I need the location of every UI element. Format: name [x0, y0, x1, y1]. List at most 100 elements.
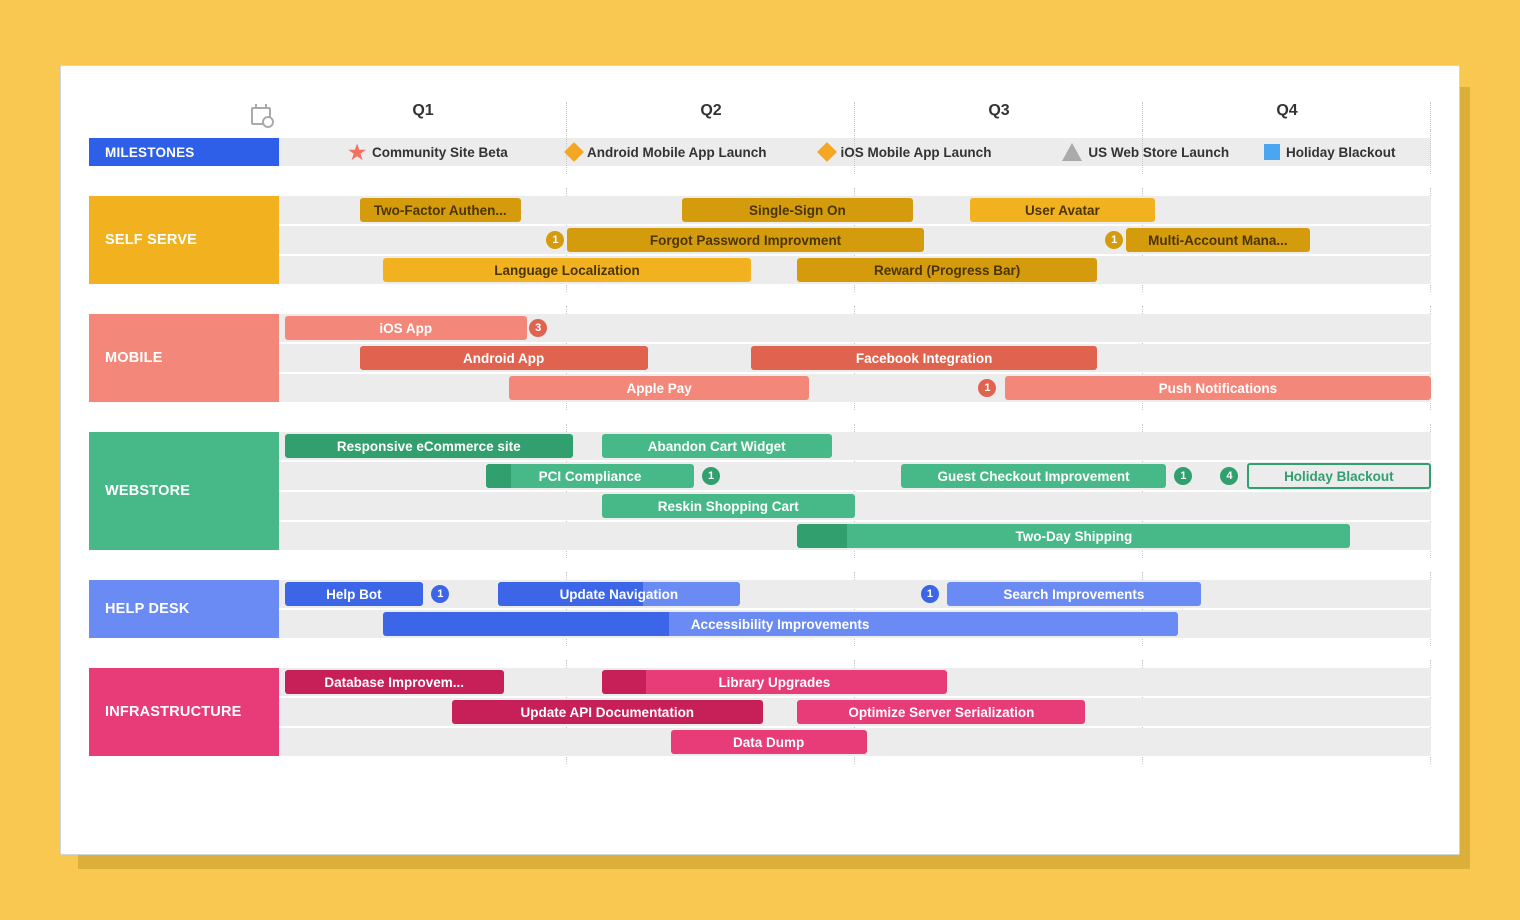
task-bar[interactable]: Help Bot	[285, 582, 423, 606]
task-label: Responsive eCommerce site	[337, 439, 521, 454]
task-label: Optimize Server Serialization	[848, 705, 1034, 720]
dependency-badge[interactable]: 1	[921, 585, 939, 603]
dependency-badge[interactable]: 4	[1220, 467, 1238, 485]
lane-tracks-web: Responsive eCommerce site Abandon Cart Wi…	[279, 432, 1431, 550]
task-label: Reskin Shopping Cart	[658, 499, 799, 514]
task-bar[interactable]: Multi-Account Mana...	[1126, 228, 1310, 252]
lane-tracks-mobile: iOS App3Android AppFacebook IntegrationA…	[279, 314, 1431, 402]
track-row: Responsive eCommerce site Abandon Cart Wi…	[279, 432, 1431, 460]
task-bar[interactable]: Two-Day Shipping	[797, 524, 1350, 548]
milestone-item[interactable]: Android Mobile App Launch	[567, 145, 766, 160]
lane-label-milestones: MILESTONES	[89, 138, 279, 166]
quarter-label: Q2	[700, 102, 721, 120]
milestone-item[interactable]: US Web Store Launch	[1062, 143, 1229, 161]
task-label: Guest Checkout Improvement	[938, 469, 1130, 484]
task-bar[interactable]: Accessibility Improvements	[383, 612, 1178, 636]
calendar-settings-icon[interactable]	[251, 107, 271, 125]
task-label: Library Upgrades	[718, 675, 830, 690]
track-row: Data Dump	[279, 728, 1431, 756]
milestone-label: Android Mobile App Launch	[587, 145, 766, 160]
dependency-badge[interactable]: 1	[1174, 467, 1192, 485]
task-label: Two-Day Shipping	[1015, 529, 1132, 544]
milestone-label: Holiday Blackout	[1286, 145, 1396, 160]
track-row: Two-Factor Authen... Single-Sign On User A…	[279, 196, 1431, 224]
task-label: Android App	[463, 351, 544, 366]
task-label: Language Localization	[494, 263, 640, 278]
lane-tracks-help: Help Bot 1 Update Navigation 1 Search Improv…	[279, 580, 1431, 638]
task-label: Apple Pay	[627, 381, 692, 396]
quarter-label: Q3	[988, 102, 1009, 120]
track-row: Help Bot 1 Update Navigation 1 Search Improv…	[279, 580, 1431, 608]
lane-tracks-infra: Database Improvem... Library Upgrades Upda…	[279, 668, 1431, 756]
task-bar[interactable]: Reskin Shopping Cart	[602, 494, 855, 518]
dependency-badge[interactable]: 3	[529, 319, 547, 337]
milestone-label: US Web Store Launch	[1088, 145, 1229, 160]
milestone-label: iOS Mobile App Launch	[840, 145, 991, 160]
track-row: Update API Documentation Optimize Server …	[279, 698, 1431, 726]
task-bar[interactable]: Data Dump	[671, 730, 867, 754]
task-bar[interactable]: User Avatar	[970, 198, 1154, 222]
task-bar[interactable]: Single-Sign On	[682, 198, 912, 222]
task-bar[interactable]: PCI Compliance	[486, 464, 693, 488]
diamond-icon	[564, 142, 584, 162]
task-bar[interactable]: Facebook Integration	[751, 346, 1097, 370]
task-bar[interactable]: Forgot Password Improvment	[567, 228, 924, 252]
task-bar[interactable]: Two-Factor Authen...	[360, 198, 521, 222]
dependency-badge[interactable]: 1	[546, 231, 564, 249]
warning-icon	[1062, 143, 1082, 161]
task-label: Forgot Password Improvment	[650, 233, 841, 248]
task-label: Update API Documentation	[521, 705, 695, 720]
square-icon	[1264, 144, 1280, 160]
task-bar[interactable]: Update API Documentation	[452, 700, 763, 724]
task-bar[interactable]: Abandon Cart Widget	[602, 434, 832, 458]
milestone-item[interactable]: iOS Mobile App Launch	[820, 145, 991, 160]
milestones-row: ★ Community Site Beta Android Mobile App L…	[279, 138, 1431, 166]
lane-label-help: HELP DESK	[89, 580, 279, 638]
task-bar[interactable]: iOS App	[285, 316, 527, 340]
dependency-badge[interactable]: 1	[1105, 231, 1123, 249]
task-label: Accessibility Improvements	[691, 617, 870, 632]
task-bar[interactable]: Android App	[360, 346, 648, 370]
milestone-item[interactable]: ★ Community Site Beta	[348, 140, 508, 165]
dependency-badge[interactable]: 1	[702, 467, 720, 485]
task-label: Single-Sign On	[749, 203, 846, 218]
track-row: Apple Pay 1 Push Notifications	[279, 374, 1431, 402]
task-bar[interactable]: Reward (Progress Bar)	[797, 258, 1097, 282]
track-row: Database Improvem... Library Upgrades	[279, 668, 1431, 696]
task-bar[interactable]: Update Navigation	[498, 582, 740, 606]
task-label: User Avatar	[1025, 203, 1100, 218]
task-bar[interactable]: Search Improvements	[947, 582, 1200, 606]
task-label: PCI Compliance	[539, 469, 642, 484]
task-bar[interactable]: Push Notifications	[1005, 376, 1431, 400]
task-bar[interactable]: Library Upgrades	[602, 670, 948, 694]
task-label: Help Bot	[326, 587, 382, 602]
task-bar[interactable]: Guest Checkout Improvement	[901, 464, 1166, 488]
task-label: Database Improvem...	[324, 675, 464, 690]
task-bar[interactable]: Database Improvem...	[285, 670, 504, 694]
task-progress-split	[486, 464, 511, 488]
task-bar[interactable]: Optimize Server Serialization	[797, 700, 1085, 724]
task-bar[interactable]: Apple Pay	[509, 376, 809, 400]
quarter-header: Q1Q2Q3Q4	[279, 102, 1431, 130]
task-label: iOS App	[379, 321, 432, 336]
track-row: Android App Facebook Integration	[279, 344, 1431, 372]
dependency-badge[interactable]: 1	[431, 585, 449, 603]
task-bar[interactable]: Language Localization	[383, 258, 752, 282]
star-icon: ★	[348, 140, 366, 165]
track-row: Reskin Shopping Cart	[279, 492, 1431, 520]
dependency-badge[interactable]: 1	[978, 379, 996, 397]
task-label: Two-Factor Authen...	[374, 203, 507, 218]
milestone-item[interactable]: Holiday Blackout	[1264, 144, 1396, 160]
task-bar[interactable]: Responsive eCommerce site	[285, 434, 573, 458]
task-label: Facebook Integration	[856, 351, 993, 366]
task-label: Multi-Account Mana...	[1148, 233, 1288, 248]
task-label: Push Notifications	[1159, 381, 1278, 396]
task-bar-outline[interactable]: Holiday Blackout	[1247, 463, 1431, 489]
track-row: Two-Day Shipping	[279, 522, 1431, 550]
milestone-label: Community Site Beta	[372, 145, 508, 160]
lane-label-infra: INFRASTRUCTURE	[89, 668, 279, 756]
roadmap-panel: Q1Q2Q3Q4MILESTONES★Community Site BetaAn…	[60, 65, 1460, 855]
track-row: iOS App 3	[279, 314, 1431, 342]
task-label: Data Dump	[733, 735, 804, 750]
task-progress-split	[797, 524, 847, 548]
